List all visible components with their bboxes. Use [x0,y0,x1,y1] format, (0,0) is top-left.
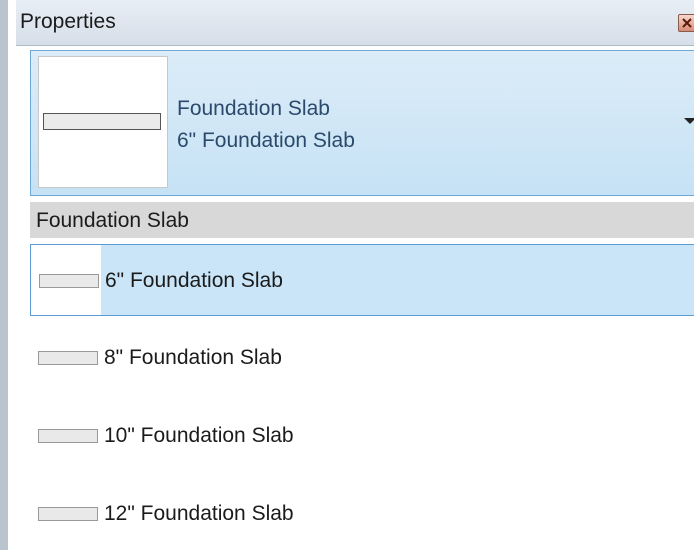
type-selector[interactable]: Foundation Slab 6" Foundation Slab [30,50,694,196]
type-preview [38,56,168,188]
list-item-label: 10" Foundation Slab [104,424,294,447]
properties-panel: Properties Foundation Slab 6" Foundation… [0,0,694,550]
dropdown-arrow-icon[interactable] [684,118,694,124]
slab-icon [39,274,99,288]
list-item-label: 8" Foundation Slab [104,346,282,369]
panel-title: Properties [20,10,116,33]
list-item[interactable]: 12" Foundation Slab [30,478,694,550]
title-bar: Properties [16,0,694,46]
selected-type: 6" Foundation Slab [177,129,355,152]
list-item[interactable]: 8" Foundation Slab [30,322,694,394]
list-item[interactable]: 6" Foundation Slab [30,244,694,316]
group-header: Foundation Slab [30,202,694,238]
slab-preview-icon [43,113,161,130]
selected-family: Foundation Slab [177,97,330,120]
close-icon[interactable] [678,14,694,32]
slab-icon [38,351,98,365]
group-header-label: Foundation Slab [36,209,189,232]
slab-icon [38,507,98,521]
item-thumbnail [31,245,101,315]
list-item-label: 6" Foundation Slab [105,269,283,292]
list-item-label: 12" Foundation Slab [104,502,294,525]
slab-icon [38,429,98,443]
item-thumbnail [30,400,100,472]
list-item[interactable]: 10" Foundation Slab [30,400,694,472]
item-thumbnail [30,322,100,394]
item-thumbnail [30,478,100,550]
